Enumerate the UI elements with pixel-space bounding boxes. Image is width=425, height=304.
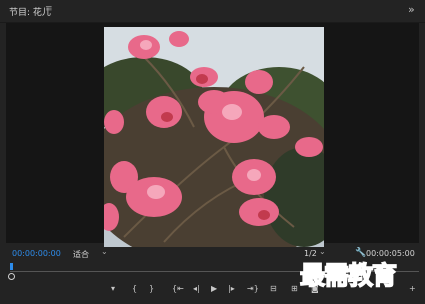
chevron-down-icon[interactable]: ⌄ — [101, 247, 108, 256]
play-icon[interactable]: ▶ — [211, 282, 217, 296]
hamburger-icon[interactable]: ≡ — [45, 4, 53, 14]
flower-image — [104, 27, 324, 247]
playhead[interactable] — [10, 263, 13, 270]
button-editor-icon[interactable]: + — [409, 282, 416, 296]
playhead-handle[interactable] — [8, 273, 15, 280]
overwrite-icon[interactable]: ⊞ — [291, 282, 298, 296]
program-monitor-header: 节目: 花儿 ≡ » — [0, 0, 425, 23]
step-forward-icon[interactable]: |▸ — [228, 282, 235, 296]
expand-icon[interactable]: » — [408, 3, 415, 16]
step-back-icon[interactable]: ◂| — [193, 282, 200, 296]
video-frame — [104, 27, 324, 247]
mark-in-icon[interactable]: { — [132, 282, 137, 296]
insert-icon[interactable]: ⊟ — [270, 282, 277, 296]
go-to-out-icon[interactable]: ⇥} — [247, 282, 259, 296]
go-to-in-icon[interactable]: {⇤ — [172, 282, 184, 296]
watermark-text: 最需教育 — [299, 260, 398, 291]
mark-out-icon[interactable]: } — [149, 282, 154, 296]
current-timecode[interactable]: 00:00:00:00 — [12, 249, 61, 258]
add-marker-icon[interactable]: ▾ — [111, 282, 115, 296]
fit-select[interactable]: 适合 — [73, 249, 89, 260]
chevron-down-icon[interactable]: ⌄ — [319, 247, 326, 256]
